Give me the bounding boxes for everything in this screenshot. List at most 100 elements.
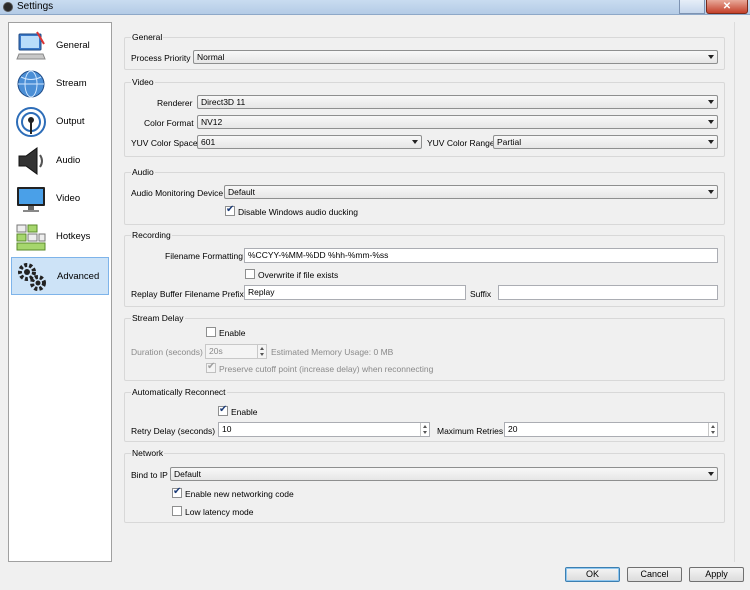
replay-prefix-input[interactable]: Replay [244, 285, 466, 300]
sidebar-item-general[interactable]: General [11, 27, 109, 65]
select-value: 601 [201, 137, 216, 147]
duration-label: Duration (seconds) [131, 347, 203, 357]
suffix-label: Suffix [470, 289, 492, 299]
yuv-color-range-select[interactable]: Partial [493, 135, 718, 149]
chevron-down-icon [708, 140, 714, 144]
close-button[interactable]: ✕ [706, 0, 748, 14]
select-value: Default [174, 469, 201, 479]
obs-logo-icon [3, 2, 13, 12]
auto-reconnect-enable-checkbox[interactable] [218, 404, 228, 416]
low-latency-checkbox[interactable] [172, 506, 182, 516]
settings-sidebar: General Stream Output Audio Video Hotkey… [8, 22, 112, 562]
input-value: %CCYY-%MM-%DD %hh-%mm-%ss [248, 250, 389, 260]
sidebar-item-hotkeys[interactable]: Hotkeys [11, 218, 109, 256]
low-latency-label: Low latency mode [185, 507, 254, 517]
filename-formatting-label: Filename Formatting [165, 251, 243, 261]
select-value: Normal [197, 52, 225, 62]
audio-monitoring-device-label: Audio Monitoring Device [131, 188, 224, 198]
chevron-down-icon [708, 100, 714, 104]
preserve-cutoff-label: Preserve cutoff point (increase delay) w… [219, 364, 434, 374]
title-bar: Settings ✕ [0, 0, 750, 15]
retry-delay-label: Retry Delay (seconds) [131, 426, 216, 436]
duration-spinbox[interactable]: 20s [205, 344, 267, 359]
sidebar-item-label: Stream [56, 78, 87, 89]
select-value: NV12 [201, 117, 223, 127]
new-networking-label: Enable new networking code [185, 489, 294, 499]
sidebar-item-video[interactable]: Video [11, 180, 109, 218]
stream-delay-enable-checkbox[interactable] [206, 327, 216, 337]
stream-delay-enable-label: Enable [219, 328, 246, 338]
hotkeys-icon [16, 224, 46, 251]
input-value: 20 [508, 424, 518, 434]
sidebar-item-advanced[interactable]: Advanced [11, 257, 109, 295]
audio-monitoring-device-select[interactable]: Default [224, 185, 718, 199]
video-icon [17, 187, 45, 212]
sidebar-item-label: Advanced [57, 271, 100, 282]
spin-arrows-icon[interactable] [420, 423, 429, 436]
audio-icon [18, 147, 43, 175]
chevron-down-icon [412, 140, 418, 144]
input-value: Replay [248, 287, 275, 297]
retry-delay-spinbox[interactable]: 10 [218, 422, 430, 437]
filename-formatting-input[interactable]: %CCYY-%MM-%DD %hh-%mm-%ss [244, 248, 718, 263]
sidebar-item-stream[interactable]: Stream [11, 65, 109, 103]
color-format-label: Color Format [144, 118, 194, 128]
color-format-select[interactable]: NV12 [197, 115, 718, 129]
group-title: Audio [131, 167, 155, 177]
renderer-select[interactable]: Direct3D 11 [197, 95, 718, 109]
group-title: Recording [131, 230, 172, 240]
renderer-label: Renderer [157, 98, 193, 108]
sidebar-item-label: Hotkeys [56, 231, 91, 242]
group-title: Automatically Reconnect [131, 387, 227, 397]
sidebar-item-label: Audio [56, 155, 81, 166]
yuv-color-space-select[interactable]: 601 [197, 135, 422, 149]
process-priority-label: Process Priority [131, 53, 191, 63]
ok-button[interactable]: OK [565, 567, 620, 582]
max-retries-label: Maximum Retries [437, 426, 504, 436]
overwrite-file-checkbox[interactable] [245, 269, 255, 279]
group-title: Stream Delay [131, 313, 185, 323]
general-icon [16, 31, 46, 60]
suffix-input[interactable] [498, 285, 718, 300]
cancel-button[interactable]: Cancel [627, 567, 682, 582]
spin-arrows-icon[interactable] [257, 345, 266, 358]
select-value: Direct3D 11 [201, 97, 246, 107]
bind-ip-select[interactable]: Default [170, 467, 718, 481]
group-title: General [131, 32, 164, 42]
memory-usage-label: Estimated Memory Usage: 0 MB [271, 347, 394, 357]
select-value: Partial [497, 137, 522, 147]
apply-button[interactable]: Apply [689, 567, 744, 582]
group-title: Network [131, 448, 165, 458]
chevron-down-icon [708, 190, 714, 194]
yuv-color-range-label: YUV Color Range [427, 138, 495, 148]
bind-ip-label: Bind to IP [131, 470, 168, 480]
input-value: 10 [222, 424, 232, 434]
preserve-cutoff-checkbox[interactable] [206, 361, 216, 373]
output-icon [16, 107, 46, 137]
overwrite-file-label: Overwrite if file exists [258, 270, 339, 280]
chevron-down-icon [708, 120, 714, 124]
sidebar-item-audio[interactable]: Audio [11, 142, 109, 180]
maximize-button[interactable] [679, 0, 705, 14]
yuv-color-space-label: YUV Color Space [131, 138, 198, 148]
auto-reconnect-enable-label: Enable [231, 407, 258, 417]
advanced-icon [18, 263, 46, 291]
group-title: Video [131, 77, 155, 87]
disable-audio-ducking-label: Disable Windows audio ducking [238, 207, 359, 217]
select-value: Default [228, 187, 255, 197]
window-title: Settings [17, 1, 54, 12]
process-priority-select[interactable]: Normal [193, 50, 718, 64]
chevron-down-icon [708, 472, 714, 476]
chevron-down-icon [708, 55, 714, 59]
sidebar-item-output[interactable]: Output [11, 103, 109, 141]
disable-audio-ducking-checkbox[interactable] [225, 204, 235, 216]
max-retries-spinbox[interactable]: 20 [504, 422, 718, 437]
new-networking-checkbox[interactable] [172, 486, 182, 498]
stream-icon [17, 70, 45, 98]
scrollbar[interactable] [734, 22, 748, 562]
spin-arrows-icon[interactable] [708, 423, 717, 436]
sidebar-item-label: General [56, 40, 90, 51]
sidebar-item-label: Output [56, 116, 85, 127]
sidebar-item-label: Video [56, 193, 81, 204]
replay-prefix-label: Replay Buffer Filename Prefix [131, 289, 244, 299]
